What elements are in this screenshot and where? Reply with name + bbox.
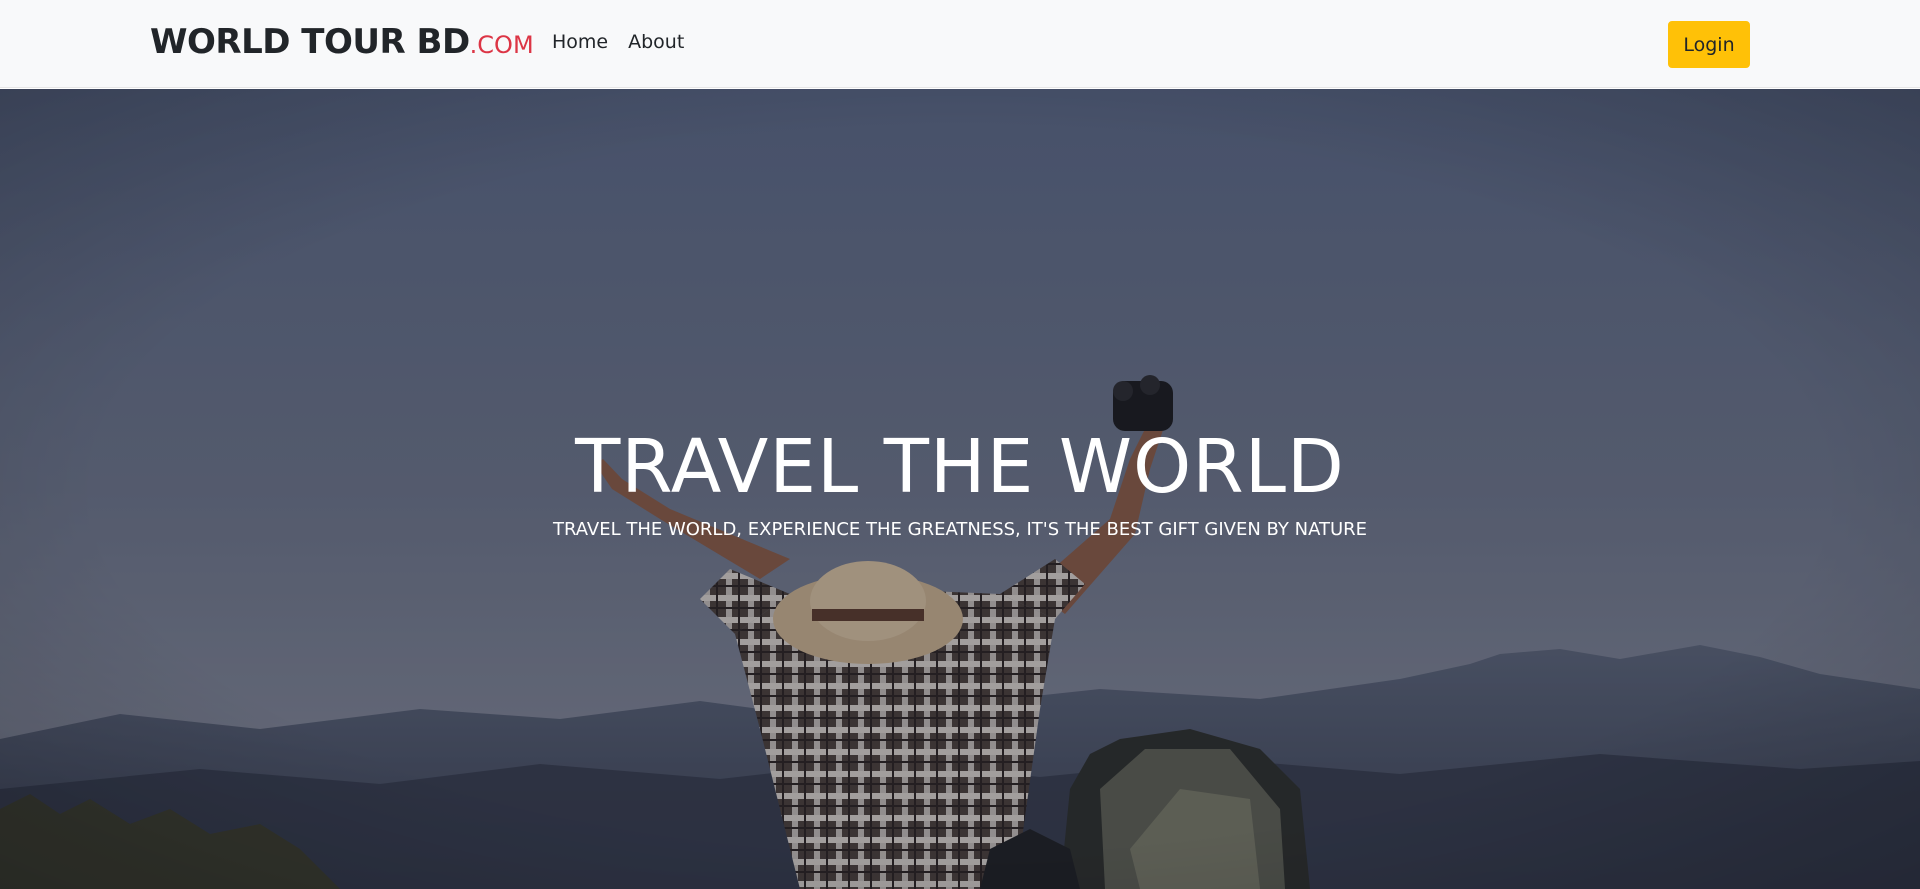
brand-domain-suffix: .COM bbox=[469, 31, 534, 59]
hero-subtitle: TRAVEL THE WORLD, EXPERIENCE THE GREATNE… bbox=[552, 519, 1368, 540]
nav-link-home[interactable]: Home bbox=[552, 31, 608, 53]
brand-name: WORLD TOUR BD bbox=[150, 22, 470, 62]
navbar: WORLD TOUR BD .COM Home About Login bbox=[0, 0, 1920, 88]
hero-section: TRAVEL THE WORLD TRAVEL THE WORLD, EXPER… bbox=[0, 89, 1920, 889]
nav-link-about[interactable]: About bbox=[628, 31, 684, 53]
hero-title: TRAVEL THE WORLD bbox=[575, 424, 1345, 510]
nav-links: Home About bbox=[552, 31, 684, 53]
brand-logo[interactable]: WORLD TOUR BD .COM bbox=[150, 22, 534, 62]
login-button[interactable]: Login bbox=[1668, 21, 1750, 68]
